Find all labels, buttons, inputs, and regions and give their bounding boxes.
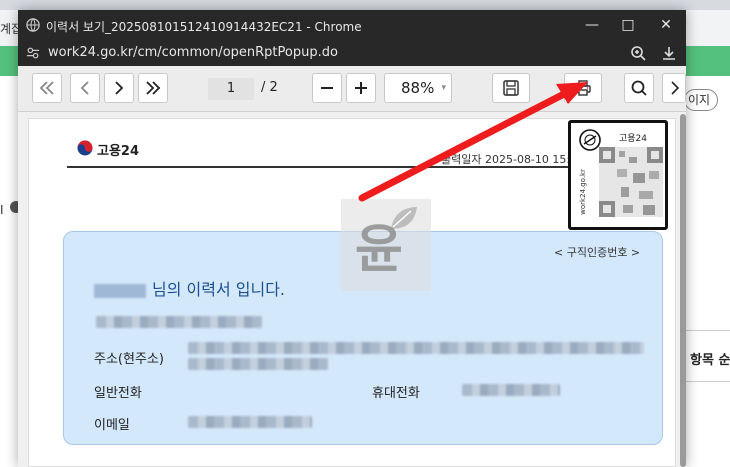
taegeuk-logo-icon [77,140,93,156]
chrome-popup-window: 이력서 보기_20250810151241091443​2EC21 - Chro… [18,10,686,467]
address-bar: work24.go.kr/cm/common/openRptPopup.do [18,40,686,66]
qr-code-icon [599,147,663,217]
maximize-button[interactable]: □ [618,16,638,34]
search-button[interactable] [624,73,654,103]
kor-seal-icon [579,129,601,151]
zoom-icon[interactable] [630,45,646,61]
header-divider [67,166,627,168]
background-table-divider [684,381,730,382]
address-label: 주소(현주소) [94,352,164,367]
watermark: 윤 [341,199,431,291]
prev-page-button[interactable] [70,73,100,103]
zoom-value: 88% [401,79,435,97]
save-button[interactable] [492,73,530,103]
minimize-button[interactable]: — [582,16,602,34]
window-title: 이력서 보기_20250810151241091443​2EC21 - Chro… [46,20,362,34]
chevron-right-icon [115,81,124,95]
globe-icon [26,18,40,32]
qr-title: 고용24 [619,134,648,144]
print-button[interactable] [564,73,602,103]
redacted-birth-info [96,316,262,328]
redacted-name [94,283,146,298]
close-button[interactable]: ✕ [656,16,676,34]
minus-icon [321,87,333,89]
resume-heading-text: 님의 이력서 입니다. [152,280,286,299]
zoom-in-button[interactable] [346,73,376,103]
zoom-select[interactable]: 88% ▾ [384,73,452,103]
next-page-button[interactable] [104,73,134,103]
chevron-left-icon [80,81,89,95]
last-page-button[interactable] [138,73,168,103]
redacted-address-line1 [188,342,644,354]
email-label: 이메일 [94,418,130,433]
site-settings-icon[interactable] [26,46,40,60]
background-top-bar [0,0,730,10]
background-table: 항목 순 [684,330,730,420]
page-total: / 2 [261,80,278,95]
redacted-email [188,416,312,428]
page-number-input[interactable]: 1 [208,78,254,100]
printer-icon [575,80,591,96]
resume-heading: 님의 이력서 입니다. [94,276,285,300]
redacted-mobile [462,384,560,396]
title-bar: 이력서 보기_20250810151241091443​2EC21 - Chro… [18,10,686,40]
chevron-right-icon [671,81,680,95]
background-table-header: 항목 순 [690,353,730,368]
report-toolbar: 1 / 2 88% ▾ [18,66,686,112]
redacted-address-line2 [188,358,328,370]
watermark-char: 윤 [355,220,403,280]
job-cert-number-link[interactable]: < 구직인증번호 > [554,244,640,260]
logo-text: 고용24 [97,144,140,159]
first-page-button[interactable] [32,73,62,103]
background-left-label: I [0,203,4,217]
phone-label: 일반전화 [94,386,142,401]
floppy-disk-icon [503,80,519,96]
qr-side-text: work24.go.kr [579,169,587,215]
more-tools-button[interactable] [662,73,686,103]
url-text[interactable]: work24.go.kr/cm/common/openRptPopup.do [48,45,338,60]
background-page-button[interactable]: 이지 [684,89,718,111]
double-chevron-left-icon [39,81,54,95]
chevron-down-icon: ▾ [441,83,446,93]
double-chevron-right-icon [146,81,161,95]
download-icon[interactable] [661,45,677,61]
document-verification-qr: 고용24 work24.go.kr [568,120,668,230]
vertical-scrollbar[interactable] [680,114,686,467]
plus-icon [355,82,367,94]
zoom-out-button[interactable] [312,73,342,103]
search-icon [631,80,647,96]
mobile-label: 휴대전화 [372,386,420,401]
